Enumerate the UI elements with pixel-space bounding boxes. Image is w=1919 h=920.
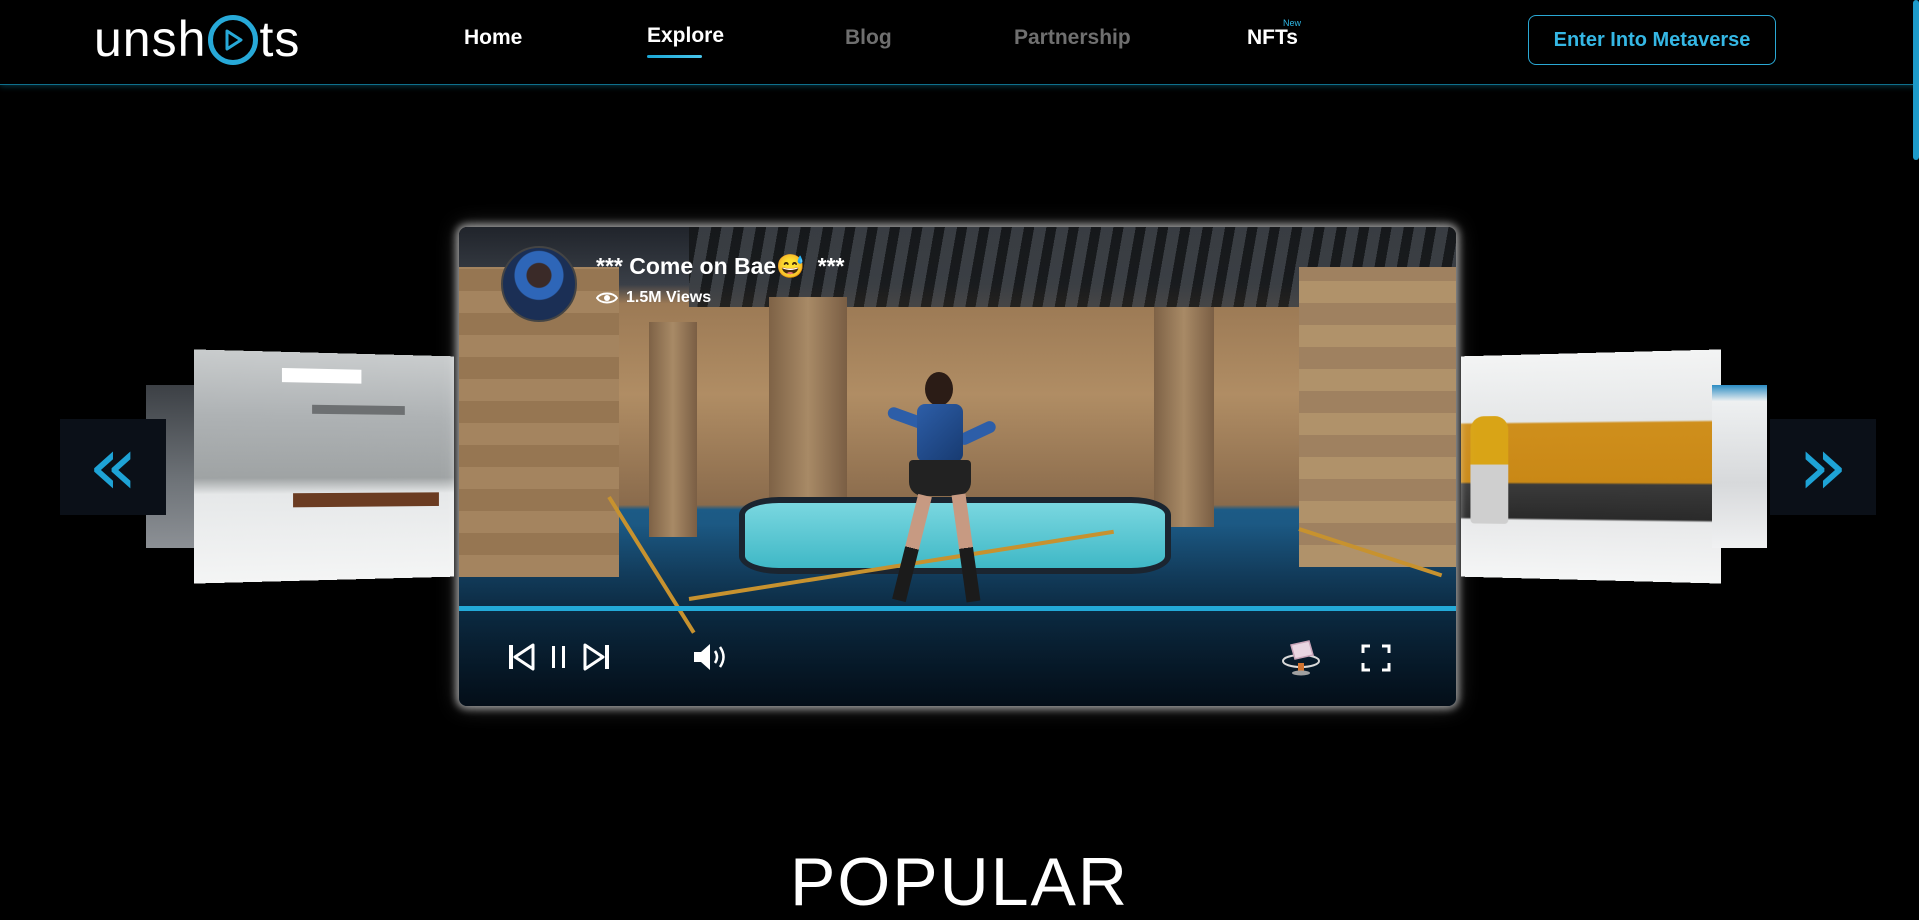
pause-icon[interactable] [549,642,569,672]
nav-nfts-label: NFTs [1247,26,1298,49]
page-scrollbar[interactable] [1913,0,1919,160]
views-text: 1.5M Views [626,289,712,306]
view-count: 1.5M Views [596,289,711,307]
top-navigation: unsh ts Home Explore Blog Partnership NFT… [0,0,1919,85]
nav-explore-link[interactable]: Explore [647,24,725,58]
nav-partnership-link[interactable]: Partnership [1014,26,1131,50]
new-badge: New [1283,18,1302,28]
section-heading-popular: POPULAR [790,844,1129,920]
video-progress-bar[interactable] [459,606,1456,611]
active-tab-indicator [647,55,702,58]
volume-icon[interactable] [691,641,729,673]
nav-home-link[interactable]: Home [464,26,522,50]
scene-pillar [649,322,697,537]
wall-vent [312,404,405,415]
carousel-card-right[interactable] [1461,349,1721,584]
previous-icon[interactable] [507,642,535,672]
nav-explore-label: Explore [647,24,725,47]
unshots-logo[interactable]: unsh ts [94,10,300,68]
nav-blog-link[interactable]: Blog [845,26,892,50]
play-icon [208,15,259,65]
logo-text-start: unsh [94,11,207,67]
vr-icon[interactable] [1279,637,1323,677]
carousel-prev-arrow[interactable]: « [60,419,166,515]
wooden-deck [293,492,439,508]
scene-pillar [1154,307,1214,527]
eye-icon [596,292,618,304]
logo-text-end: ts [259,11,301,67]
featured-video-player[interactable]: *** Come on Bae😅 *** 1.5M Views [459,227,1456,706]
nav-nfts-link[interactable]: NFTs New [1247,18,1301,50]
fullscreen-icon[interactable] [1361,644,1391,672]
carousel-card-right-far[interactable] [1712,385,1767,548]
creator-avatar[interactable] [501,246,577,322]
scene-wall-right [1299,267,1456,567]
ceiling-light [281,367,362,384]
carousel-card-left[interactable] [194,349,454,584]
next-icon[interactable] [583,642,611,672]
avatar-figure [1470,415,1509,524]
carousel-next-arrow[interactable]: » [1770,419,1876,515]
video-progress-fill [459,606,1456,611]
dancing-avatar [886,372,998,612]
enter-metaverse-button[interactable]: Enter Into Metaverse [1528,15,1776,65]
video-title: *** Come on Bae😅 *** [596,253,845,279]
